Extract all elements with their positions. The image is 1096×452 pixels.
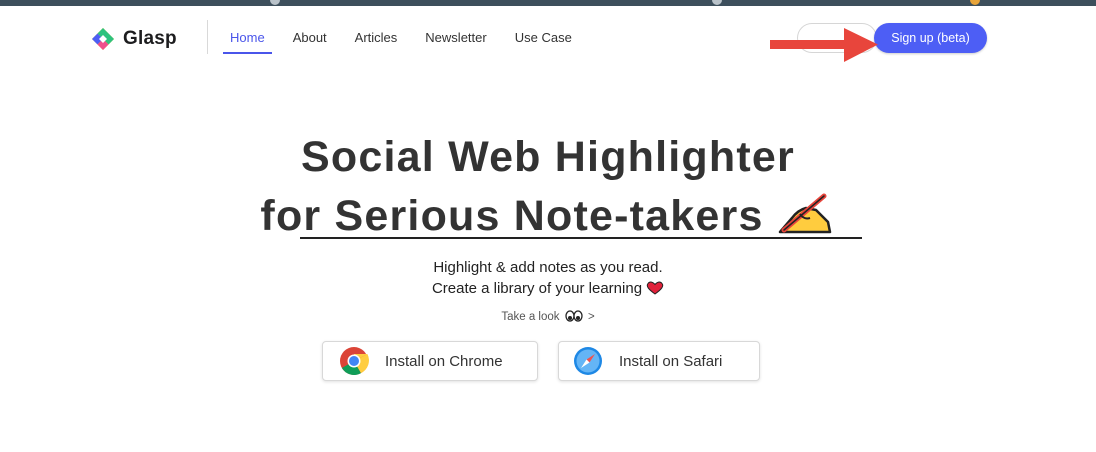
chrome-icon [340, 347, 369, 375]
hero-emphasis-underline [300, 237, 862, 239]
hero-subtitle-text: Create a library of your learning [431, 280, 643, 297]
install-safari-label: Install on Safari [619, 352, 723, 370]
nav-use-case[interactable]: Use Case [515, 30, 572, 45]
install-safari-button[interactable]: Install on Safari [558, 341, 760, 381]
heart-icon [646, 281, 664, 295]
install-chrome-button[interactable]: Install on Chrome [322, 341, 538, 381]
strip-tab-marker [712, 0, 722, 5]
hero-title-line1: Social Web Highlighter [301, 133, 795, 181]
hero-subtitle-line2: Create a library of your learning [0, 280, 1096, 297]
nav-articles[interactable]: Articles [355, 30, 398, 45]
writing-hand-icon [778, 193, 831, 234]
brand-logo[interactable]: Glasp [90, 26, 177, 52]
red-arrow-annotation [770, 28, 878, 62]
nav-home[interactable]: Home [223, 30, 272, 54]
hero-subtitle-line1: Highlight & add notes as you read. [433, 259, 663, 276]
main-nav: Home About Articles Newsletter Use Case [223, 30, 572, 54]
strip-tab-marker [270, 0, 280, 5]
hero-title-line2: for Serious Note-takers [0, 192, 1096, 241]
take-a-look-link[interactable]: Take a look > [0, 310, 1096, 323]
strip-tab-marker [970, 0, 980, 5]
take-a-look-label: Take a look [501, 311, 560, 323]
nav-newsletter[interactable]: Newsletter [425, 30, 486, 45]
take-a-look-chevron: > [587, 311, 595, 323]
hero-title-emphasis: Serious Note-takers [334, 192, 764, 240]
glasp-logo-icon [92, 28, 114, 50]
install-chrome-label: Install on Chrome [385, 352, 503, 370]
header-divider [207, 20, 208, 54]
eyes-icon [565, 310, 583, 322]
nav-about[interactable]: About [293, 30, 327, 45]
brand-name: Glasp [123, 28, 177, 49]
safari-icon [574, 347, 602, 375]
signup-button[interactable]: Sign up (beta) [874, 23, 987, 53]
hero-title-prefix: for [260, 192, 335, 240]
site-header: Glasp Home About Articles Newsletter Use… [0, 6, 1096, 68]
